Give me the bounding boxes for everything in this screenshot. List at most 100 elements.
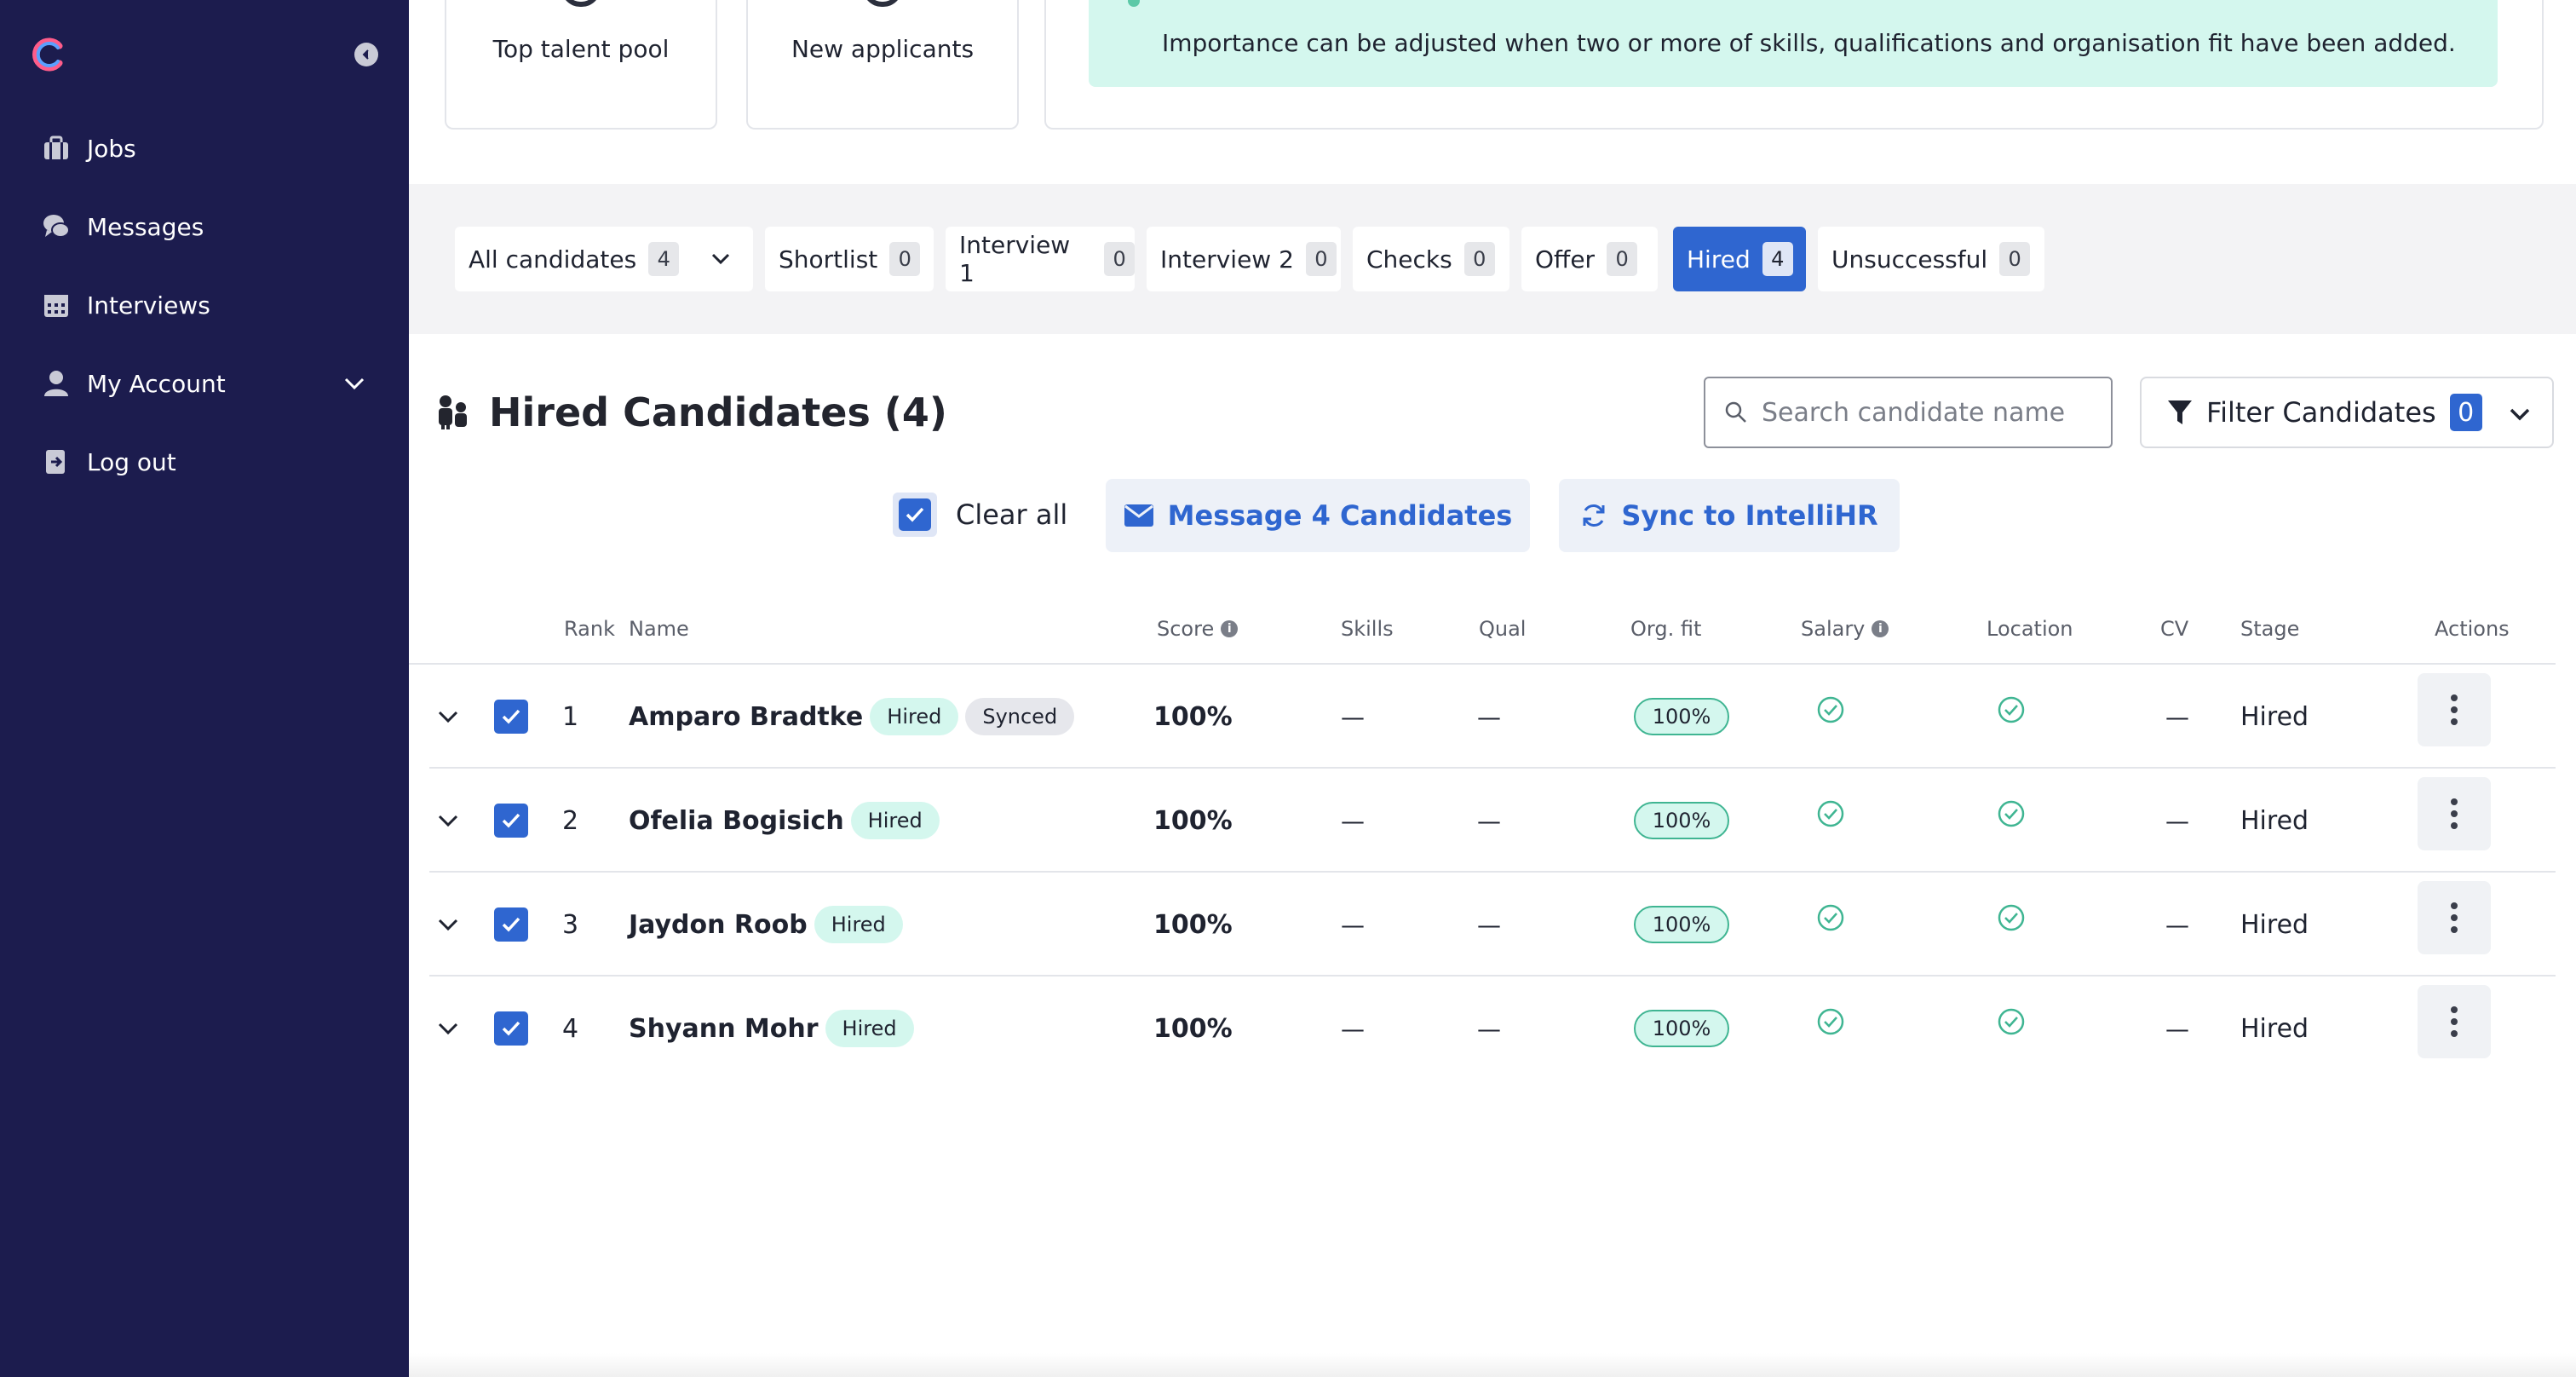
- brand-logo-icon[interactable]: [29, 37, 66, 72]
- row-actions-button[interactable]: [2418, 673, 2491, 746]
- column-header-qual[interactable]: Qual: [1479, 617, 1526, 641]
- table-row[interactable]: 1 Amparo Bradtke Hired Synced 100% — — 1…: [429, 665, 2556, 769]
- tab-interview-2[interactable]: Interview 2 0: [1147, 227, 1341, 291]
- sidebar-item-log-out[interactable]: Log out: [0, 423, 409, 501]
- info-icon: [1128, 0, 1140, 7]
- search-field[interactable]: [1704, 377, 2113, 448]
- chevron-down-icon[interactable]: [434, 911, 462, 938]
- message-candidates-button[interactable]: Message 4 Candidates: [1106, 479, 1530, 552]
- tab-checks[interactable]: Checks 0: [1353, 227, 1509, 291]
- row-actions-button[interactable]: [2418, 985, 2491, 1058]
- column-header-cv[interactable]: CV: [2160, 617, 2188, 641]
- filter-icon: [2168, 400, 2192, 424]
- stat-card-new-applicants[interactable]: New applicants: [746, 0, 1019, 130]
- briefcase-icon: [41, 133, 72, 164]
- rank-cell: 3: [562, 909, 579, 940]
- sidebar-item-label: Messages: [87, 212, 204, 241]
- stage-cell: Hired: [2240, 1013, 2309, 1044]
- sidebar-item-label: Jobs: [87, 134, 136, 163]
- name-cell: Ofelia Bogisich Hired: [629, 769, 940, 873]
- candidate-name[interactable]: Ofelia Bogisich: [629, 806, 844, 836]
- filter-count-badge: 0: [2449, 394, 2482, 431]
- sidebar-item-jobs[interactable]: Jobs: [0, 109, 409, 187]
- tab-hired[interactable]: Hired 4: [1673, 227, 1806, 291]
- column-header-name[interactable]: Name: [629, 617, 689, 641]
- tab-label: Hired: [1687, 245, 1751, 274]
- chevron-down-icon[interactable]: [434, 703, 462, 730]
- table-row[interactable]: 3 Jaydon Roob Hired 100% — — 100% — Hire…: [429, 873, 2556, 977]
- row-checkbox[interactable]: [494, 907, 528, 942]
- tab-interview-1[interactable]: Interview 1 0: [946, 227, 1135, 291]
- sidebar-item-messages[interactable]: Messages: [0, 187, 409, 266]
- cv-cell: —: [2165, 806, 2189, 835]
- column-header-skills[interactable]: Skills: [1341, 617, 1394, 641]
- chevron-down-icon[interactable]: [434, 1015, 462, 1042]
- column-header-location[interactable]: Location: [1987, 617, 2073, 641]
- row-checkbox[interactable]: [494, 804, 528, 838]
- stage-cell: Hired: [2240, 701, 2309, 732]
- skills-cell: —: [1341, 702, 1365, 731]
- column-header-org-fit[interactable]: Org. fit: [1630, 617, 1701, 641]
- info-icon[interactable]: i: [1872, 620, 1889, 637]
- row-actions-button[interactable]: [2418, 777, 2491, 850]
- stat-card-top-talent[interactable]: Top talent pool: [445, 0, 717, 130]
- sidebar-nav: Jobs Messages Interviews My Account Log …: [0, 109, 409, 501]
- sidebar-item-label: My Account: [87, 369, 226, 398]
- sidebar-item-interviews[interactable]: Interviews: [0, 266, 409, 344]
- candidate-name[interactable]: Shyann Mohr: [629, 1014, 819, 1044]
- stage-cell: Hired: [2240, 909, 2309, 940]
- status-badge: Hired: [850, 802, 940, 839]
- page-title: Hired Candidates (4): [434, 385, 947, 440]
- status-badge: Hired: [870, 698, 959, 735]
- tab-offer[interactable]: Offer 0: [1521, 227, 1658, 291]
- column-header-rank[interactable]: Rank: [564, 617, 615, 641]
- score-cell: 100%: [1153, 805, 1233, 836]
- org-fit-badge: 100%: [1634, 906, 1729, 943]
- table-row[interactable]: 2 Ofelia Bogisich Hired 100% — — 100% — …: [429, 769, 2556, 873]
- row-actions-button[interactable]: [2418, 881, 2491, 954]
- chevron-down-icon[interactable]: [341, 370, 368, 397]
- chevron-down-icon[interactable]: [709, 247, 733, 271]
- name-cell: Amparo Bradtke Hired Synced: [629, 665, 1075, 769]
- sync-button-label: Sync to IntelliHR: [1621, 499, 1878, 532]
- tab-count: 0: [889, 242, 921, 276]
- sync-intellihr-button[interactable]: Sync to IntelliHR: [1559, 479, 1900, 552]
- qual-cell: —: [1477, 806, 1501, 835]
- column-header-stage[interactable]: Stage: [2240, 617, 2299, 641]
- logout-icon: [41, 447, 72, 477]
- tab-shortlist[interactable]: Shortlist 0: [765, 227, 934, 291]
- chevron-down-icon[interactable]: [2506, 400, 2533, 428]
- chevron-down-icon[interactable]: [434, 807, 462, 834]
- candidate-name[interactable]: Jaydon Roob: [629, 910, 808, 940]
- qual-cell: —: [1477, 910, 1501, 939]
- tab-label: Checks: [1366, 245, 1452, 274]
- info-icon[interactable]: i: [1221, 620, 1239, 637]
- checkmark-icon: [502, 709, 520, 724]
- people-icon: [439, 395, 467, 429]
- column-header-salary[interactable]: Salary i: [1801, 617, 1889, 641]
- stage-tabs: All candidates 4 Shortlist 0 Interview 1…: [409, 184, 2576, 334]
- row-checkbox[interactable]: [494, 1011, 528, 1046]
- sidebar-item-my-account[interactable]: My Account: [0, 344, 409, 423]
- kebab-menu-icon: [2451, 798, 2458, 829]
- tab-all-candidates[interactable]: All candidates 4: [455, 227, 753, 291]
- table-row[interactable]: 4 Shyann Mohr Hired 100% — — 100% — Hire…: [429, 977, 2556, 1080]
- clear-all-toggle[interactable]: Clear all: [893, 493, 1067, 537]
- tab-unsuccessful[interactable]: Unsuccessful 0: [1818, 227, 2044, 291]
- row-checkbox[interactable]: [494, 700, 528, 734]
- column-header-score[interactable]: Score i: [1157, 617, 1239, 641]
- check-circle-icon: [1817, 1008, 1844, 1035]
- select-all-checkbox[interactable]: [893, 493, 937, 537]
- synced-badge: Synced: [965, 698, 1075, 735]
- org-fit-badge: 100%: [1634, 1010, 1729, 1047]
- collapse-sidebar-button[interactable]: [354, 43, 378, 66]
- search-input[interactable]: [1762, 397, 2102, 428]
- stage-cell: Hired: [2240, 805, 2309, 836]
- section-title-text: Hired Candidates (4): [489, 389, 947, 435]
- bottom-fade: [409, 1353, 2576, 1377]
- candidate-name[interactable]: Amparo Bradtke: [629, 702, 863, 732]
- sidebar: Jobs Messages Interviews My Account Log …: [0, 0, 409, 1377]
- tab-count: 4: [648, 242, 680, 276]
- filter-candidates-button[interactable]: Filter Candidates 0: [2140, 377, 2554, 448]
- check-circle-icon: [1998, 1008, 2025, 1035]
